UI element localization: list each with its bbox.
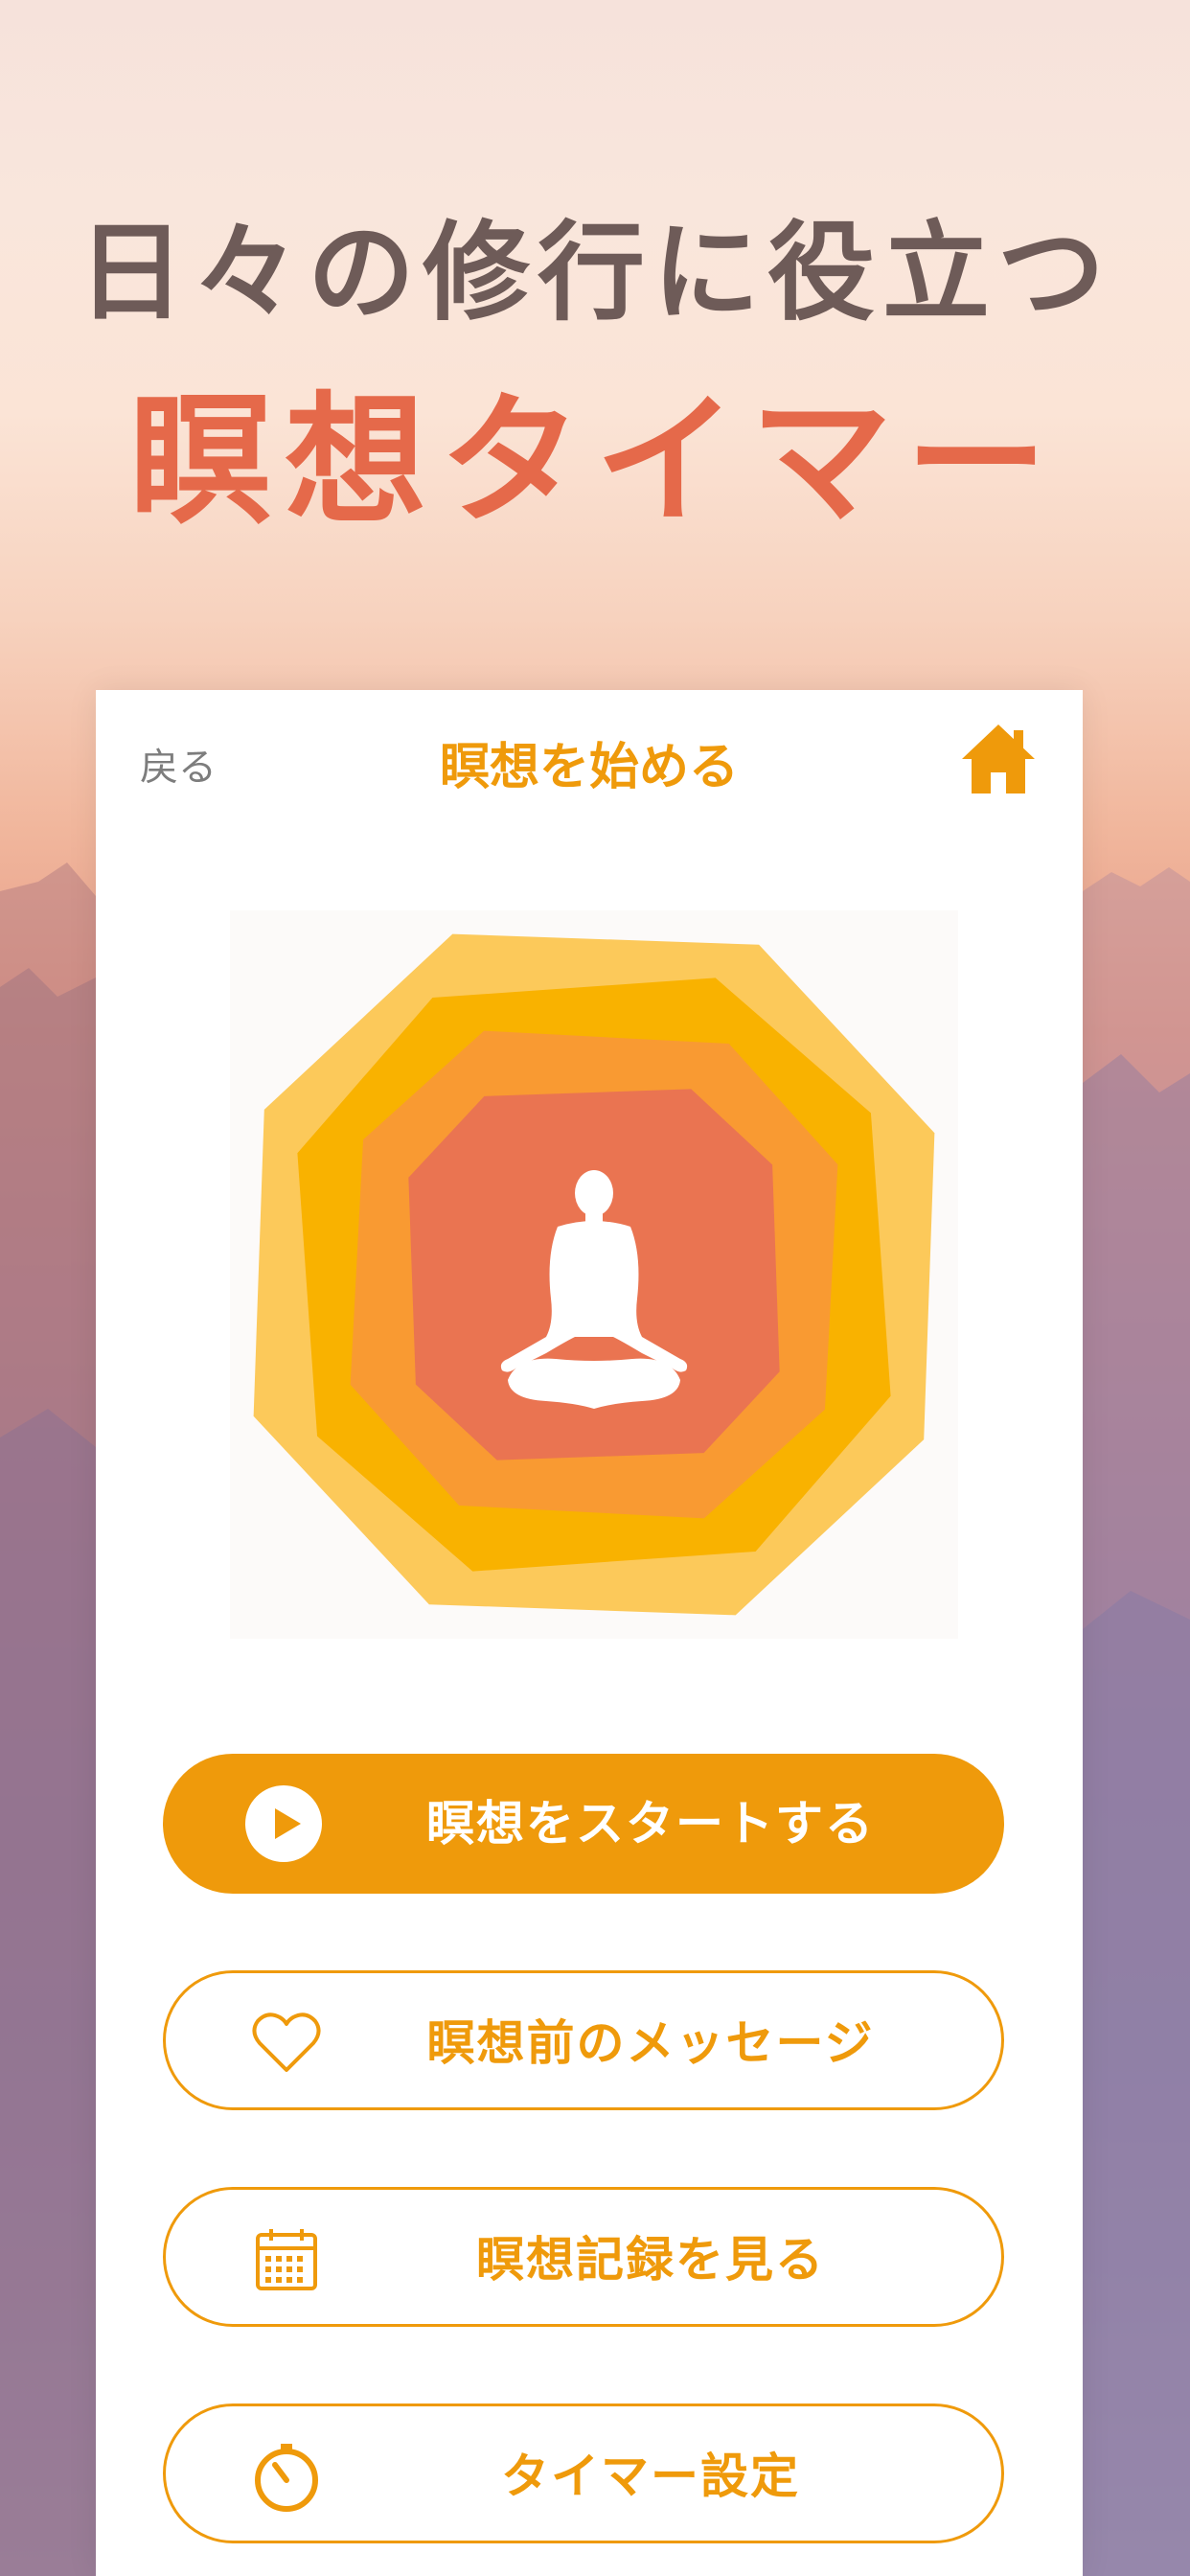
pre-meditation-message-label: 瞑想前のメッセージ — [426, 2015, 875, 2071]
heart-icon — [252, 2012, 321, 2072]
start-meditation-label: 瞑想をスタートする — [426, 1796, 875, 1852]
headline: 日々の修行に役立つ 瞑想タイマー — [0, 192, 1190, 556]
page-title: 瞑想を始める — [439, 739, 739, 796]
headline-line-1: 日々の修行に役立つ — [78, 210, 1112, 335]
calendar-icon — [256, 2229, 317, 2290]
start-meditation-button[interactable]: 瞑想をスタートする — [163, 1754, 1004, 1894]
headline-line-2: 瞑想タイマー — [129, 377, 1061, 543]
home-icon[interactable] — [958, 719, 1039, 799]
meditation-illustration — [230, 910, 958, 1639]
timer-icon — [255, 2444, 318, 2512]
view-meditation-log-button[interactable]: 瞑想記録を見る — [163, 2187, 1004, 2327]
pre-meditation-message-button[interactable]: 瞑想前のメッセージ — [163, 1970, 1004, 2110]
app-screen: 戻る 瞑想を始める 瞑想をスタートする 瞑想前のメッセージ 瞑想記録を見る タイ… — [96, 690, 1083, 2576]
play-icon — [245, 1785, 322, 1862]
navigation-bar: 戻る 瞑想を始める — [96, 690, 1083, 824]
view-meditation-log-label: 瞑想記録を見る — [476, 2232, 825, 2288]
timer-settings-label: タイマー設定 — [501, 2449, 800, 2504]
timer-settings-button[interactable]: タイマー設定 — [163, 2404, 1004, 2543]
